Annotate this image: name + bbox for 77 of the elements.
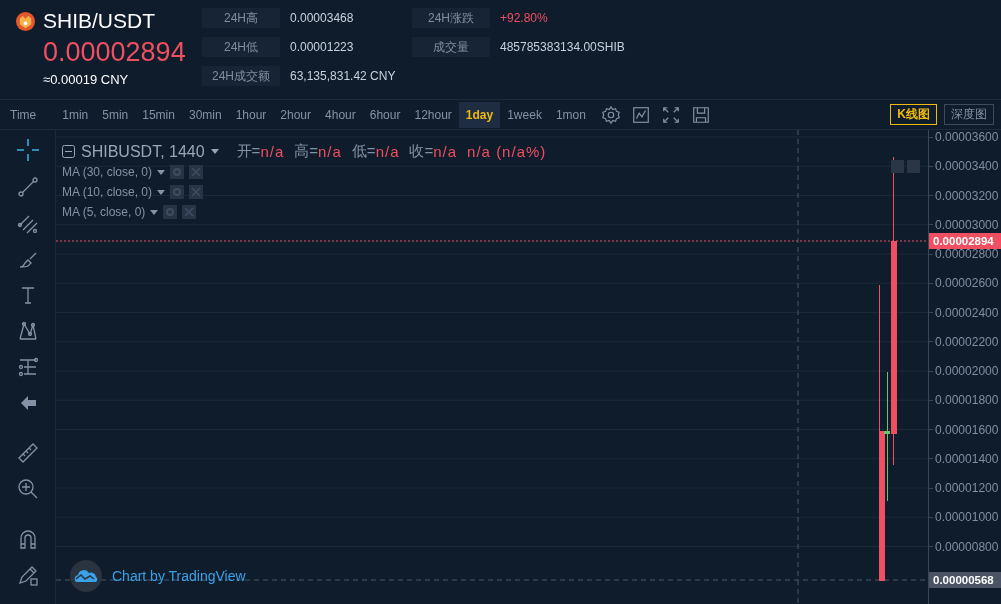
stat-value: 485785383134.00SHIB xyxy=(500,39,625,56)
cny-price: ≈0.00019 CNY xyxy=(43,72,130,87)
zoom-in-icon[interactable] xyxy=(16,478,39,500)
stat-value: +92.80% xyxy=(500,10,549,27)
price-axis-label: 0.00001000 xyxy=(935,510,999,525)
price-axis-label: 0.00002200 xyxy=(935,334,999,349)
stat-label: 24H高 xyxy=(202,8,280,28)
pair-symbol: SHIB/USDT xyxy=(43,9,155,33)
price-axis-label: 0.00001200 xyxy=(935,481,999,495)
settings-icon[interactable] xyxy=(600,104,621,125)
ohlc-value: n/a xyxy=(375,143,400,160)
price-axis-label: 0.00002600 xyxy=(935,276,999,291)
coin-icon xyxy=(16,11,35,31)
price-axis-label: 0.00003200 xyxy=(935,188,999,203)
interval-tab[interactable]: 2hour xyxy=(273,101,319,128)
pattern-icon[interactable] xyxy=(16,320,39,342)
caret-icon[interactable] xyxy=(150,209,159,215)
price-axis-label: 0.00001600 xyxy=(935,422,999,437)
stat-label: 24H低 xyxy=(202,37,280,57)
interval-tab[interactable]: 1mon xyxy=(548,101,593,128)
indicator-label[interactable]: MA (5, close, 0) xyxy=(62,205,146,219)
ohlc-value: n/a xyxy=(433,143,458,160)
price-axis-label: 0.00002400 xyxy=(935,305,999,320)
stat-label: 成交量 xyxy=(412,37,490,57)
stat-value: 0.00003468 xyxy=(290,10,355,27)
ruler-icon[interactable] xyxy=(16,442,39,464)
ohlc-label: 低= xyxy=(351,142,376,161)
price-axis-label: 0.00002800 xyxy=(935,247,999,261)
stat-value: 0.00001223 xyxy=(290,39,355,56)
interval-tab[interactable]: 6hour xyxy=(362,101,408,128)
price-axis-label: 0.00003400 xyxy=(935,159,999,174)
last-price-tag: 0.00002894 xyxy=(929,233,1001,249)
ohlc-value: n/a xyxy=(260,143,285,160)
crosshair-price-tag: 0.00000568 xyxy=(929,572,1001,588)
pencil-lock-icon[interactable] xyxy=(16,564,39,586)
caret-icon[interactable] xyxy=(157,169,166,175)
attribution-link[interactable]: Chart by TradingView xyxy=(112,568,246,584)
caret-icon[interactable] xyxy=(210,149,219,154)
indicator-chart-icon[interactable] xyxy=(630,104,651,125)
indicator-label[interactable]: MA (10, close, 0) xyxy=(62,185,153,199)
indicator-label[interactable]: MA (30, close, 0) xyxy=(62,165,153,179)
view-mode-tab[interactable]: K线图 xyxy=(890,104,937,125)
interval-tab[interactable]: 30min xyxy=(181,101,229,128)
stat-label: 24H成交额 xyxy=(202,66,280,86)
change-value: n/a (n/a%) xyxy=(467,143,547,160)
interval-tab[interactable]: 1week xyxy=(500,101,549,128)
line-tool-icon[interactable] xyxy=(16,176,39,198)
caret-icon[interactable] xyxy=(157,189,166,195)
view-mode-tab[interactable]: 深度图 xyxy=(944,104,994,125)
chart-symbol[interactable]: SHIBUSDT, 1440 xyxy=(81,142,205,161)
save-icon[interactable] xyxy=(690,104,711,125)
collapse-icon[interactable] xyxy=(62,145,75,158)
price-axis-label: 0.00001400 xyxy=(935,451,999,466)
interval-tab[interactable]: 4hour xyxy=(318,101,363,128)
last-price: 0.00002894 xyxy=(43,37,187,68)
fullscreen-icon[interactable] xyxy=(660,104,681,125)
price-axis-label: 0.00002000 xyxy=(935,364,999,378)
interval-tab[interactable]: 1hour xyxy=(228,101,274,128)
crosshair-icon[interactable] xyxy=(15,138,40,162)
interval-tab[interactable]: 1day xyxy=(458,101,501,128)
interval-tab[interactable]: 15min xyxy=(135,101,182,128)
price-axis-label: 0.00001800 xyxy=(935,393,999,408)
price-axis-label: 0.00000800 xyxy=(935,539,999,554)
ohlc-label: 开= xyxy=(236,142,261,161)
cloud-logo-icon xyxy=(70,560,102,592)
interval-tab[interactable]: 5min xyxy=(95,101,136,128)
stat-value: 63,135,831.42 CNY xyxy=(290,68,397,85)
price-axis-label: 0.00003000 xyxy=(935,217,999,232)
price-axis-label: 0.00003600 xyxy=(935,130,999,144)
ohlc-label: 高= xyxy=(294,142,318,161)
interval-tab[interactable]: Time xyxy=(0,101,44,128)
stat-label: 24H涨跌 xyxy=(412,8,490,28)
levels-icon[interactable] xyxy=(16,356,39,378)
ohlc-value: n/a xyxy=(318,143,342,160)
ohlc-label: 收= xyxy=(409,142,434,161)
interval-tab[interactable]: 12hour xyxy=(407,101,459,128)
interval-tab[interactable]: 1min xyxy=(55,101,96,128)
